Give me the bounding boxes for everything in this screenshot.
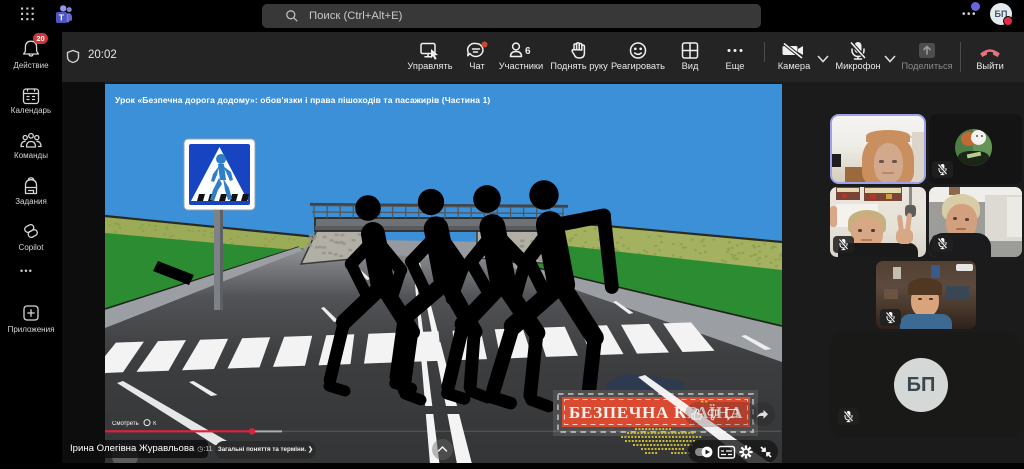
svg-text:К: К: [153, 421, 157, 427]
svg-text:T: T: [59, 12, 65, 22]
svg-text:6: 6: [525, 46, 531, 57]
svg-text:Смотреть: Смотреть: [112, 421, 139, 427]
